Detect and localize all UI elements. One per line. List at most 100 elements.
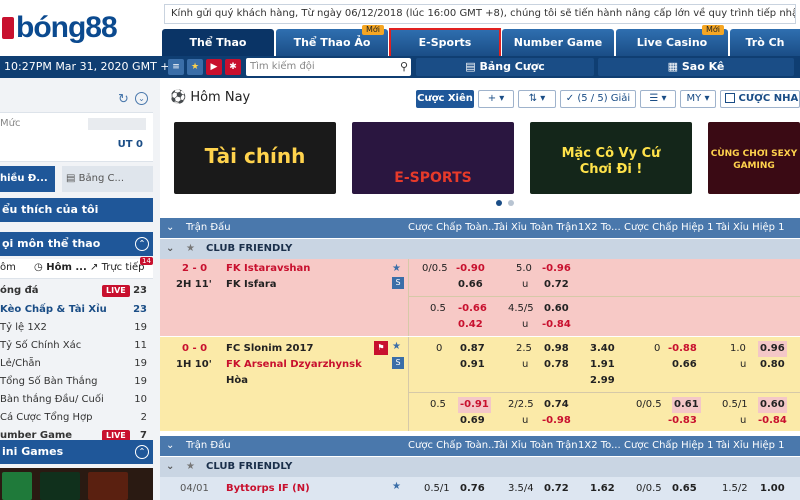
- odds-cell[interactable]: -0.90: [456, 261, 485, 277]
- collapse-icon[interactable]: ⌄: [166, 457, 174, 477]
- promo-banner[interactable]: Tài chính: [174, 122, 336, 194]
- mini-game-thumb[interactable]: [88, 472, 128, 500]
- tab-live-casino[interactable]: Live Casino Mới: [616, 25, 728, 56]
- sort-icon[interactable]: ⇅ ▾: [518, 90, 556, 108]
- chevron-up-icon[interactable]: ⌃: [135, 237, 149, 251]
- league-row[interactable]: ⌄ ★ CLUB FRIENDLY: [160, 239, 800, 259]
- odds-cell[interactable]: -0.98: [542, 413, 571, 429]
- odds-cell[interactable]: 0.74: [544, 397, 569, 413]
- carousel-dot-active[interactable]: [496, 200, 502, 206]
- promo-banner[interactable]: CÙNG CHƠI SEXY GAMING: [708, 122, 800, 194]
- live-icon[interactable]: ✱: [225, 59, 241, 75]
- odds-cell[interactable]: 0.91: [460, 357, 485, 373]
- odds-cell[interactable]: 1.00: [760, 481, 785, 497]
- odds-cell[interactable]: -0.88: [668, 341, 697, 357]
- odds-cell[interactable]: -0.84: [542, 317, 571, 333]
- statement-button[interactable]: ▦ Sao Kê: [598, 58, 794, 76]
- collapse-icon[interactable]: ⌄: [166, 218, 174, 238]
- tab-number-game[interactable]: Number Game: [502, 29, 614, 56]
- sidebar-item-number-game[interactable]: umber Game LIVE 7: [0, 428, 153, 440]
- tab-virtual-sports[interactable]: Thể Thao Ảo Mới: [276, 25, 388, 56]
- filter-tab-early[interactable]: ôm: [0, 262, 16, 273]
- sidebar-item-football[interactable]: óng đá LIVE 23: [0, 283, 153, 299]
- promo-banner[interactable]: Mặc Cô Vy Cứ Chơi Đi !: [530, 122, 692, 194]
- odds-cell[interactable]: 0.80: [760, 357, 785, 373]
- mini-game-thumb[interactable]: [2, 472, 32, 500]
- odds-cell[interactable]: 0.61: [672, 397, 701, 413]
- checkbox-icon[interactable]: [725, 93, 735, 103]
- odds-cell[interactable]: 0.60: [758, 397, 787, 413]
- odds-cell[interactable]: -0.91: [458, 397, 491, 413]
- odds-cell[interactable]: 0.72: [544, 277, 569, 293]
- star-icon[interactable]: ★: [392, 339, 401, 355]
- odds-cell[interactable]: 0.66: [458, 277, 483, 293]
- all-sports-header[interactable]: ọi môn thể thao ⌃: [0, 232, 153, 256]
- odds-type-select[interactable]: MY ▾: [680, 90, 716, 108]
- sidebar-item-1x2[interactable]: Tỷ lệ 1X2 19: [0, 320, 153, 336]
- tab-games[interactable]: Trò Ch: [730, 29, 800, 56]
- odds-cell[interactable]: 0.72: [544, 481, 569, 497]
- sidebar-item-first-last-goal[interactable]: Bàn thắng Đầu/ Cuối 10: [0, 392, 153, 408]
- sidebar-item-total-goals[interactable]: Tổng Số Bàn Thắng 19: [0, 374, 153, 390]
- odds-cell[interactable]: 0.60: [544, 301, 569, 317]
- page-title: ⚽ Hôm Nay: [170, 90, 251, 105]
- star-icon[interactable]: ★: [392, 479, 401, 495]
- league-row[interactable]: ⌄ ★ CLUB FRIENDLY: [160, 457, 800, 477]
- odds-cell[interactable]: 0.78: [544, 357, 569, 373]
- odds-cell[interactable]: -0.96: [542, 261, 571, 277]
- news-ticker[interactable]: Kính gửi quý khách hàng, Từ ngày 06/12/2…: [164, 4, 796, 24]
- mini-games-header[interactable]: ini Games ⌃: [0, 440, 153, 464]
- stats-icon[interactable]: S: [392, 357, 404, 369]
- odds-cell[interactable]: 0.87: [460, 341, 485, 357]
- filter-icon[interactable]: ≡: [168, 59, 184, 75]
- odds-cell[interactable]: 0.42: [458, 317, 483, 333]
- odds-cell[interactable]: 0.69: [460, 413, 485, 429]
- star-icon[interactable]: ★: [186, 239, 195, 259]
- search-icon[interactable]: ⚲: [400, 58, 408, 76]
- brand-logo[interactable]: bóng88: [0, 0, 160, 56]
- odds-cell[interactable]: -0.66: [458, 301, 487, 317]
- odds-cell[interactable]: 0.98: [544, 341, 569, 357]
- odds-cell[interactable]: 1.62: [590, 481, 615, 497]
- sidebar-item-odd-even[interactable]: Lẻ/Chẵn 19: [0, 356, 153, 372]
- stats-icon[interactable]: S: [392, 277, 404, 289]
- odds-cell[interactable]: 0.66: [672, 357, 697, 373]
- odds-cell[interactable]: 0.96: [758, 341, 787, 357]
- collapse-icon[interactable]: ⌄: [135, 92, 148, 105]
- odds-cell[interactable]: 3.40: [590, 341, 615, 357]
- sidebar-item-outright[interactable]: Cá Cược Tổng Hợp 2: [0, 410, 153, 426]
- chevron-up-icon[interactable]: ⌃: [135, 445, 149, 459]
- filter-tab-today[interactable]: ◷ Hôm ...: [34, 262, 87, 273]
- collapse-icon[interactable]: ⌄: [166, 436, 174, 456]
- collapse-icon[interactable]: ⌄: [166, 239, 174, 259]
- odds-cell[interactable]: 1.91: [590, 357, 615, 373]
- tab-sports[interactable]: Thể Thao: [162, 29, 274, 56]
- live-tv-icon[interactable]: ⚑: [374, 341, 388, 355]
- tab-bet-slip[interactable]: ▤ Bảng C...: [62, 166, 153, 192]
- favorites-header[interactable]: ểu thích của tôi: [0, 198, 153, 222]
- star-icon[interactable]: ★: [186, 457, 195, 477]
- sidebar-item-handicap[interactable]: Kèo Chấp & Tài Xỉu 23: [0, 302, 153, 318]
- odds-cell[interactable]: 0.76: [460, 481, 485, 497]
- bet-list-button[interactable]: ▤ Bảng Cược: [416, 58, 594, 76]
- parlay-button[interactable]: Cược Xiên: [416, 90, 474, 108]
- odds-cell[interactable]: -0.83: [668, 413, 697, 429]
- sidebar-item-correct-score[interactable]: Tỷ Số Chính Xác 11: [0, 338, 153, 354]
- promo-banner[interactable]: E-SPORTS: [352, 122, 514, 194]
- odds-cell[interactable]: 2.99: [590, 373, 615, 389]
- star-icon[interactable]: ★: [392, 261, 401, 277]
- play-icon[interactable]: ▶: [206, 59, 222, 75]
- search-input[interactable]: Tìm kiếm đội ⚲: [246, 58, 411, 76]
- star-icon[interactable]: ★: [187, 59, 203, 75]
- refresh-icon[interactable]: ↻: [118, 92, 129, 107]
- league-filter[interactable]: ✓ (5 / 5) Giải: [560, 90, 636, 108]
- mini-game-thumb[interactable]: [40, 472, 80, 500]
- tab-promo[interactable]: hiều Đ...: [0, 166, 55, 192]
- add-dropdown[interactable]: + ▾: [478, 90, 514, 108]
- view-toggle[interactable]: ☰ ▾: [640, 90, 676, 108]
- carousel-dot[interactable]: [508, 200, 514, 206]
- accept-odds-checkbox[interactable]: CƯỢC NHA: [720, 90, 800, 108]
- odds-cell[interactable]: 0.65: [672, 481, 697, 497]
- odds-cell[interactable]: -0.84: [758, 413, 787, 429]
- filter-tab-live[interactable]: ↗ Trực tiếp: [90, 262, 145, 273]
